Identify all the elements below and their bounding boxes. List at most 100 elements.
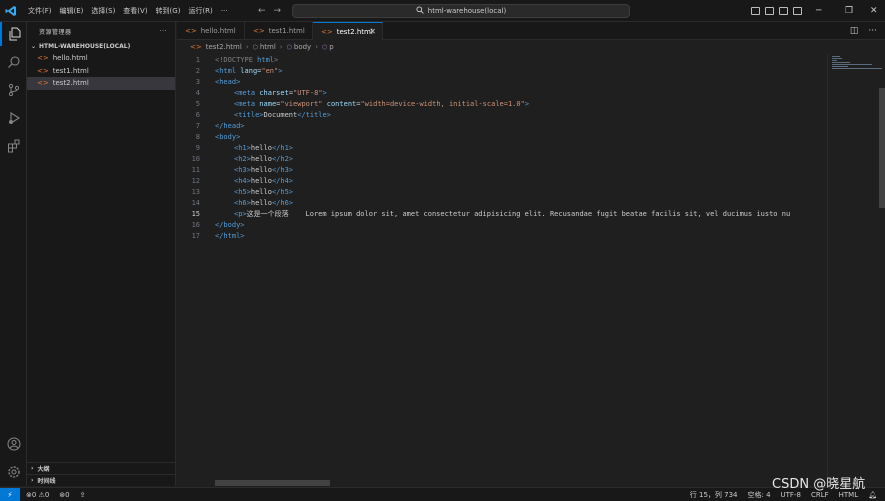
menu-view[interactable]: 查看(V): [119, 0, 151, 22]
line-number: 2: [195, 66, 200, 75]
close-tab-icon[interactable]: ✕: [369, 27, 376, 36]
toggle-primary-sidebar-icon[interactable]: [751, 7, 760, 15]
encoding[interactable]: UTF-8: [781, 491, 801, 499]
code-text: </head>: [215, 122, 245, 130]
status-bar: ⚡ ⊗0 ⚠0 ⊛0 ⇪ 行 15，列 734 空格: 4 UTF-8 CRLF…: [0, 487, 885, 501]
forward-arrow-icon[interactable]: →: [274, 6, 282, 16]
html-file-icon: <>: [185, 27, 197, 35]
breadcrumb-p[interactable]: p: [329, 43, 333, 51]
code-line: 9 <h1>hello</h1>: [177, 142, 827, 153]
explorer-icon[interactable]: [0, 22, 27, 46]
settings-gear-icon[interactable]: [0, 460, 27, 484]
code-editor[interactable]: 1 <!DOCTYPE html> 2 <html lang="en"> 3 <…: [177, 54, 827, 479]
extensions-icon[interactable]: [0, 134, 27, 158]
workspace-folder[interactable]: ⌄ HTML-WAREHOUSE(LOCAL): [27, 40, 175, 52]
close-window-icon[interactable]: ✕: [870, 0, 878, 22]
chevron-right-icon: ›: [245, 43, 249, 51]
menu-selection[interactable]: 选择(S): [87, 0, 119, 22]
account-icon[interactable]: [0, 432, 27, 456]
code-line: 13 <h5>hello</h5>: [177, 186, 827, 197]
code-line: 12 <h4>hello</h4>: [177, 175, 827, 186]
vscode-logo-icon: [0, 0, 22, 22]
line-number: 1: [195, 55, 200, 64]
scrollbar-thumb[interactable]: [879, 88, 885, 208]
maximize-icon[interactable]: ❐: [845, 0, 853, 22]
menu-edit[interactable]: 编辑(E): [56, 0, 88, 22]
ports-count[interactable]: ⊛0: [59, 491, 69, 499]
vertical-scrollbar[interactable]: [879, 54, 885, 479]
horizontal-scrollbar-thumb[interactable]: [215, 480, 330, 486]
explorer-more-actions[interactable]: ···: [160, 28, 167, 35]
tab-test2[interactable]: <> test2.html ✕: [313, 22, 383, 40]
file-item-test1[interactable]: <> test1.html: [27, 65, 175, 78]
split-editor-icon[interactable]: ◫: [850, 26, 859, 36]
outline-section[interactable]: › 大纲: [27, 462, 176, 474]
minimize-icon[interactable]: ─: [816, 0, 821, 22]
breadcrumb-file[interactable]: test2.html: [206, 43, 242, 51]
html-file-icon: <>: [321, 27, 333, 36]
more-actions-icon[interactable]: ···: [868, 26, 877, 36]
line-number: 16: [191, 220, 200, 229]
breadcrumb-html[interactable]: html: [260, 43, 276, 51]
code-line: 17 </html>: [177, 230, 827, 241]
toggle-secondary-sidebar-icon[interactable]: [779, 7, 788, 15]
line-number: 13: [191, 187, 200, 196]
code-text: <h6>hello</h6>: [234, 199, 293, 207]
run-debug-icon[interactable]: [0, 106, 27, 130]
code-token: </h4>: [271, 176, 294, 185]
remote-indicator[interactable]: ⚡: [0, 487, 20, 501]
minimap-line: [832, 58, 842, 59]
menu-go[interactable]: 转到(G): [152, 0, 185, 22]
code-token: hello: [250, 198, 272, 207]
end-of-line[interactable]: CRLF: [811, 491, 829, 499]
search-icon[interactable]: [0, 50, 27, 74]
command-center-search[interactable]: html-warehouse(local): [292, 4, 630, 18]
code-text: <meta charset="UTF-8">: [234, 89, 327, 97]
timeline-section[interactable]: › 时间线: [27, 474, 176, 486]
code-line: 2 <html lang="en">: [177, 65, 827, 76]
menu-file[interactable]: 文件(F): [24, 0, 56, 22]
problems-count[interactable]: ⊗0 ⚠0: [26, 491, 49, 499]
file-item-hello[interactable]: <> hello.html: [27, 52, 175, 65]
code-line-current: 15 <p>这是一个段落 Lorem ipsum dolor sit, amet…: [177, 208, 827, 219]
menu-more[interactable]: ···: [217, 0, 232, 22]
code-token: "UTF-8": [293, 88, 323, 97]
cursor-position[interactable]: 行 15，列 734: [690, 490, 738, 500]
element-symbol-icon: ⬡: [286, 43, 292, 51]
code-line: 5 <meta name="viewport" content="width=d…: [177, 98, 827, 109]
indentation[interactable]: 空格: 4: [747, 490, 770, 500]
code-text: <h3>hello</h3>: [234, 166, 293, 174]
code-token: hello: [250, 176, 272, 185]
notifications-bell-icon[interactable]: 🔔︎: [868, 491, 877, 499]
html-file-icon: <>: [253, 27, 265, 35]
code-token: <h6>: [234, 198, 251, 207]
language-mode[interactable]: HTML: [839, 491, 858, 499]
customize-layout-icon[interactable]: [793, 7, 802, 15]
line-number: 15: [191, 209, 200, 218]
live-share-icon[interactable]: ⇪: [80, 491, 86, 499]
title-bar: 文件(F) 编辑(E) 选择(S) 查看(V) 转到(G) 运行(R) ··· …: [0, 0, 885, 22]
file-item-test2[interactable]: <> test2.html: [27, 77, 175, 90]
tab-label: test2.html: [336, 27, 373, 36]
code-token: <body>: [215, 132, 241, 141]
minimap[interactable]: [827, 54, 885, 479]
search-icon: [416, 6, 424, 16]
code-token: <!DOCTYPE: [215, 55, 258, 64]
back-arrow-icon[interactable]: ←: [258, 6, 266, 16]
vscode-window: 文件(F) 编辑(E) 选择(S) 查看(V) 转到(G) 运行(R) ··· …: [0, 0, 885, 501]
navigation-buttons: ← →: [258, 0, 281, 22]
tab-test1[interactable]: <> test1.html: [245, 22, 313, 40]
tab-hello[interactable]: <> hello.html: [177, 22, 245, 40]
code-token: </title>: [297, 110, 331, 119]
code-text: <html lang="en">: [215, 67, 282, 75]
code-token: >: [274, 55, 279, 64]
code-token: lang: [240, 66, 258, 75]
menu-run[interactable]: 运行(R): [184, 0, 216, 22]
code-token: content: [322, 99, 357, 108]
line-number: 3: [195, 77, 200, 86]
toggle-panel-icon[interactable]: [765, 7, 774, 15]
source-control-icon[interactable]: [0, 78, 27, 102]
breadcrumb-body[interactable]: body: [294, 43, 311, 51]
line-number: 12: [191, 176, 200, 185]
tab-label: hello.html: [200, 27, 236, 35]
